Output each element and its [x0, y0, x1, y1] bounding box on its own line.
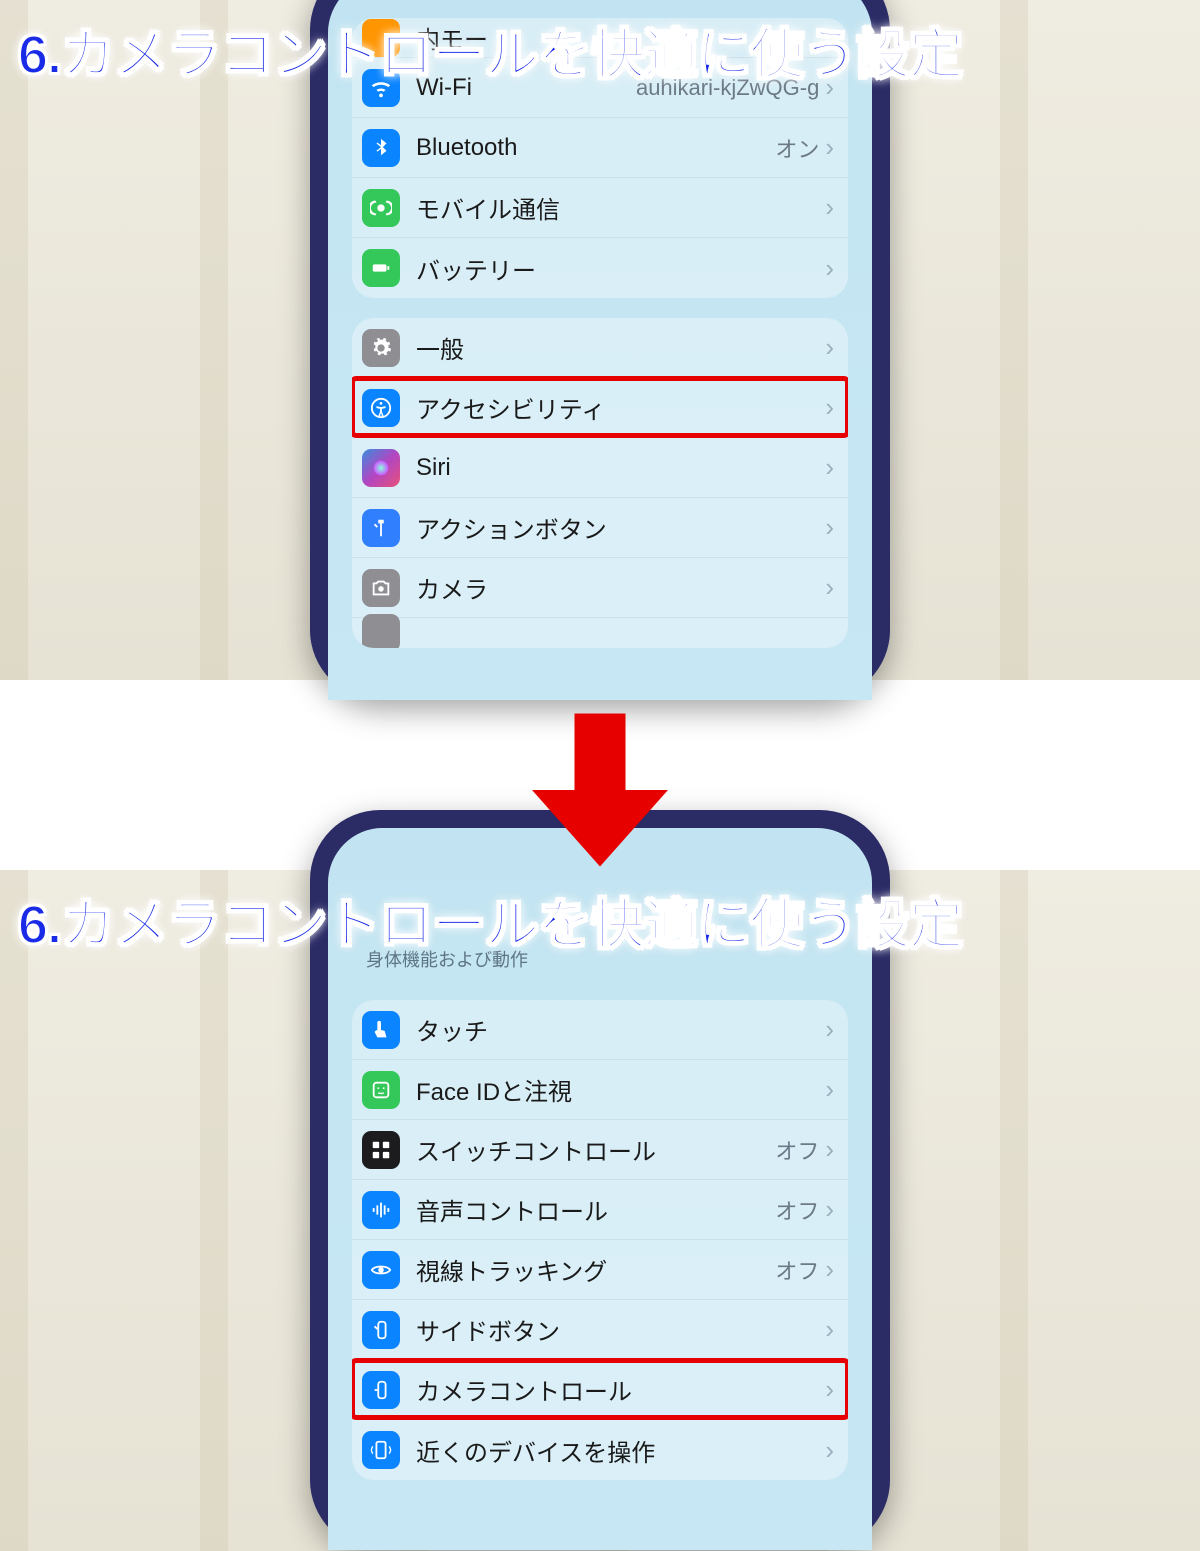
eyetrack-icon [362, 1251, 400, 1289]
chevron-right-icon: › [825, 192, 834, 223]
chevron-right-icon: › [825, 1134, 834, 1165]
row-value: オフ [775, 1134, 819, 1166]
switch-icon [362, 1131, 400, 1169]
overlay-title-top: 6.カメラコントロールを快適に使う設定 [18, 10, 962, 89]
panel-bottom: 6.カメラコントロールを快適に使う設定 身体機能および動作 タッチ›Face I… [0, 870, 1200, 1551]
chevron-right-icon: › [825, 1435, 834, 1466]
row-label: サイドボタン [416, 1312, 825, 1347]
chevron-right-icon: › [825, 1374, 834, 1405]
arrow-down-icon [515, 705, 685, 875]
row-label: Face IDと注視 [416, 1072, 825, 1107]
settings-group-general: 一般›アクセシビリティ›Siri›アクションボタン›カメラ› [352, 318, 848, 648]
settings-row-bluetooth[interactable]: Bluetoothオン› [352, 118, 848, 178]
settings-row-action[interactable]: アクションボタン› [352, 498, 848, 558]
chevron-right-icon: › [825, 1014, 834, 1045]
accessibility-icon [362, 389, 400, 427]
row-label: タッチ [416, 1012, 825, 1047]
panel-top: 6.カメラコントロールを快適に使う設定 内モー›Wi-Fiauhikari-kj… [0, 0, 1200, 680]
accessibility-row-eyetrack[interactable]: 視線トラッキングオフ› [352, 1240, 848, 1300]
phone-frame-top: 内モー›Wi-Fiauhikari-kjZwQG-g›Bluetoothオン›モ… [310, 0, 890, 700]
chevron-right-icon: › [825, 132, 834, 163]
accessibility-row-nearby[interactable]: 近くのデバイスを操作› [352, 1420, 848, 1480]
chevron-right-icon: › [825, 392, 834, 423]
row-label: モバイル通信 [416, 190, 825, 225]
settings-row-peek[interactable] [352, 618, 848, 648]
gear-icon [362, 329, 400, 367]
accessibility-row-voice[interactable]: 音声コントロールオフ› [352, 1180, 848, 1240]
settings-row-siri[interactable]: Siri› [352, 438, 848, 498]
settings-row-accessibility[interactable]: アクセシビリティ› [352, 378, 848, 438]
row-label: Siri [416, 454, 825, 482]
chevron-right-icon: › [825, 1254, 834, 1285]
row-value: オフ [775, 1194, 819, 1226]
touch-icon [362, 1011, 400, 1049]
row-label: カメラコントロール [416, 1372, 825, 1407]
row-label: 近くのデバイスを操作 [416, 1433, 825, 1468]
accessibility-row-camctrl[interactable]: カメラコントロール› [352, 1360, 848, 1420]
peek-icon [362, 614, 400, 648]
row-label: スイッチコントロール [416, 1132, 775, 1167]
chevron-right-icon: › [825, 1074, 834, 1105]
row-label: 音声コントロール [416, 1192, 775, 1227]
settings-row-camera[interactable]: カメラ› [352, 558, 848, 618]
row-label: アクセシビリティ [416, 390, 825, 425]
chevron-right-icon: › [825, 332, 834, 363]
row-value: オン [775, 132, 819, 164]
chevron-right-icon: › [825, 253, 834, 284]
settings-row-antenna[interactable]: モバイル通信› [352, 178, 848, 238]
overlay-title-bottom: 6.カメラコントロールを快適に使う設定 [18, 880, 962, 959]
accessibility-row-touch[interactable]: タッチ› [352, 1000, 848, 1060]
accessibility-row-faceid[interactable]: Face IDと注視› [352, 1060, 848, 1120]
camctrl-icon [362, 1371, 400, 1409]
chevron-right-icon: › [825, 452, 834, 483]
row-label: Bluetooth [416, 134, 775, 162]
settings-row-gear[interactable]: 一般› [352, 318, 848, 378]
battery-icon [362, 249, 400, 287]
chevron-right-icon: › [825, 572, 834, 603]
action-icon [362, 509, 400, 547]
row-value: オフ [775, 1254, 819, 1286]
row-label: バッテリー [416, 251, 825, 286]
sidebtn-icon [362, 1311, 400, 1349]
chevron-right-icon: › [825, 1194, 834, 1225]
row-label: カメラ [416, 570, 825, 605]
row-label: 視線トラッキング [416, 1252, 775, 1287]
chevron-right-icon: › [825, 1314, 834, 1345]
chevron-right-icon: › [825, 512, 834, 543]
accessibility-group-physical: タッチ›Face IDと注視›スイッチコントロールオフ›音声コントロールオフ›視… [352, 1000, 848, 1480]
row-label: 一般 [416, 330, 825, 365]
voice-icon [362, 1191, 400, 1229]
bluetooth-icon [362, 129, 400, 167]
row-label: アクションボタン [416, 510, 825, 545]
faceid-icon [362, 1071, 400, 1109]
camera-icon [362, 569, 400, 607]
accessibility-row-sidebtn[interactable]: サイドボタン› [352, 1300, 848, 1360]
antenna-icon [362, 189, 400, 227]
siri-icon [362, 449, 400, 487]
accessibility-row-switch[interactable]: スイッチコントロールオフ› [352, 1120, 848, 1180]
settings-row-battery[interactable]: バッテリー› [352, 238, 848, 298]
nearby-icon [362, 1431, 400, 1469]
